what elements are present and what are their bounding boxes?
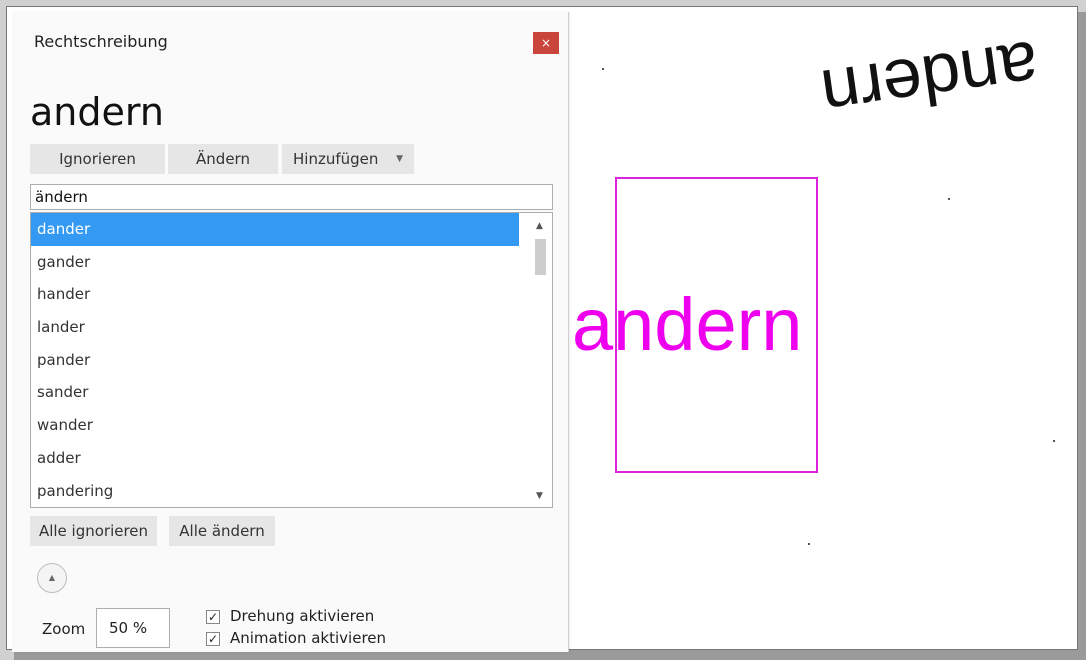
add-button-label: Hinzufügen [293, 150, 379, 168]
rotation-checkbox[interactable]: ✓ [206, 609, 220, 624]
suggestion-item[interactable]: gander [31, 246, 519, 279]
animation-checkbox[interactable]: ✓ [206, 631, 220, 646]
misspelled-word: andern [30, 90, 164, 134]
expand-options-button[interactable]: ▲ [37, 563, 67, 593]
scan-speck [808, 543, 810, 545]
scroll-down-icon[interactable]: ▼ [536, 491, 543, 501]
checkmark-icon: ✓ [208, 631, 219, 646]
zoom-field[interactable] [96, 608, 170, 648]
scan-speck [1053, 440, 1055, 442]
animation-label: Animation aktivieren [230, 629, 387, 647]
change-all-button[interactable]: Alle ändern [169, 516, 275, 546]
chevron-up-icon: ▲ [48, 573, 56, 582]
scan-speck [602, 68, 604, 70]
animation-option: ✓ Animation aktivieren [206, 628, 386, 648]
scroll-thumb[interactable] [535, 239, 546, 275]
rotation-label: Drehung aktivieren [230, 607, 375, 625]
suggestion-list[interactable]: dander gander hander lander pander sander wand… [30, 212, 553, 508]
suggestion-item[interactable]: wander [31, 409, 519, 442]
highlighted-error-word[interactable]: andern [572, 285, 802, 365]
suggestion-item[interactable]: dander [31, 213, 519, 246]
suggestion-item[interactable]: pander [31, 344, 519, 377]
zoom-label: Zoom [42, 620, 86, 638]
suggestion-item[interactable]: adder [31, 442, 519, 475]
spelling-panel: Rechtschreibung × andern Ignorieren Ände… [12, 12, 569, 652]
suggestion-item[interactable]: lander [31, 311, 519, 344]
checkmark-icon: ✓ [208, 609, 219, 624]
list-scrollbar[interactable]: ▲ ▼ [530, 213, 552, 507]
suggestion-item[interactable]: pandering [31, 475, 519, 508]
rotated-scan-word: andern [816, 26, 1044, 134]
close-icon: × [540, 36, 552, 50]
add-to-dictionary-button[interactable]: Hinzufügen ▼ [282, 144, 414, 174]
suggestion-item[interactable]: hander [31, 278, 519, 311]
dropdown-caret-icon: ▼ [396, 154, 403, 164]
close-button[interactable]: × [533, 32, 559, 54]
rotation-option: ✓ Drehung aktivieren [206, 606, 374, 626]
scroll-up-icon[interactable]: ▲ [536, 221, 543, 231]
scan-speck [948, 198, 950, 200]
ignore-button[interactable]: Ignorieren [30, 144, 165, 174]
ignore-all-button[interactable]: Alle ignorieren [30, 516, 157, 546]
suggestion-item[interactable]: sander [31, 376, 519, 409]
panel-title: Rechtschreibung [34, 32, 168, 51]
change-button[interactable]: Ändern [168, 144, 278, 174]
replacement-input[interactable] [30, 184, 553, 210]
